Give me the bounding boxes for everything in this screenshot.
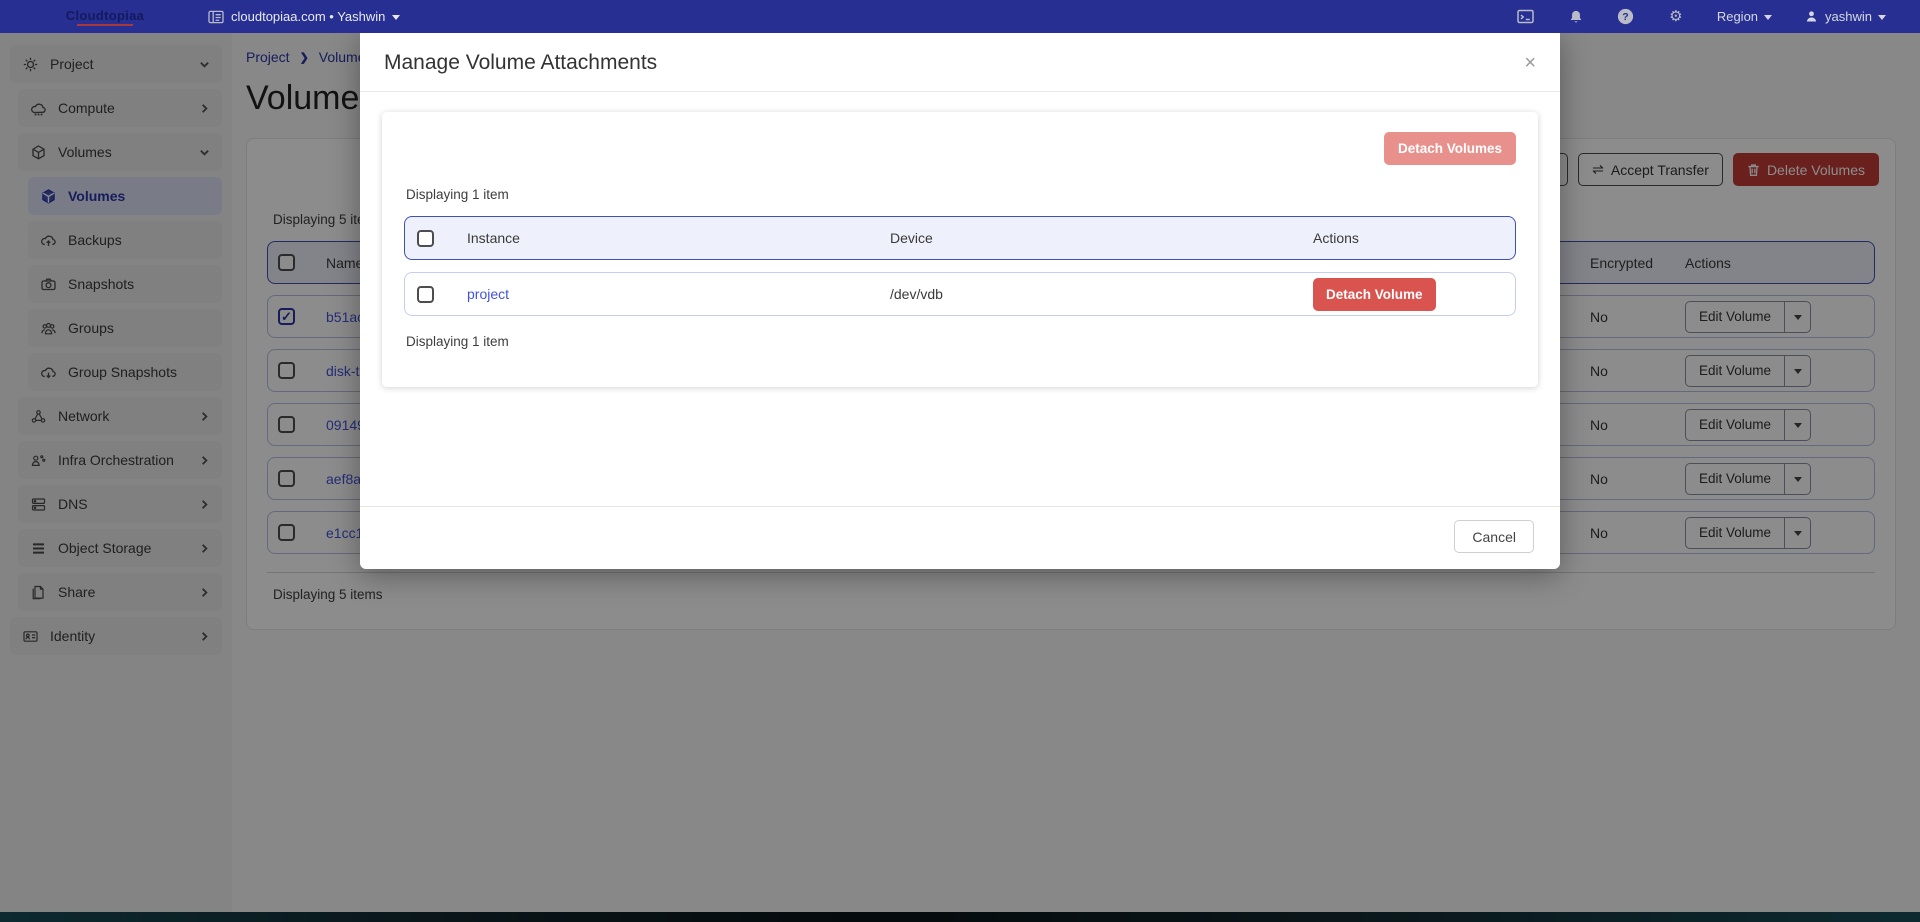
attachments-card: Detach Volumes Displaying 1 item Instanc… bbox=[382, 112, 1538, 387]
region-selector[interactable]: Region bbox=[1701, 9, 1788, 24]
detach-volume-button[interactable]: Detach Volume bbox=[1313, 278, 1436, 311]
modal-items-count-top: Displaying 1 item bbox=[406, 187, 1516, 202]
desktop-edge-strip bbox=[0, 912, 1920, 922]
brand-name: Cloudtopiaa bbox=[66, 8, 144, 23]
modal-column-instance: Instance bbox=[467, 230, 890, 246]
modal-column-actions: Actions bbox=[1313, 230, 1503, 246]
help-icon[interactable]: ? bbox=[1601, 8, 1651, 25]
modal-body: Detach Volumes Displaying 1 item Instanc… bbox=[360, 92, 1560, 506]
modal-table-row: project /dev/vdb Detach Volume bbox=[404, 272, 1516, 316]
brand-tagline bbox=[77, 24, 133, 26]
close-icon[interactable]: × bbox=[1524, 53, 1536, 73]
modal-select-all-checkbox[interactable] bbox=[417, 230, 434, 247]
modal-column-device: Device bbox=[890, 230, 1313, 246]
device-path: /dev/vdb bbox=[890, 286, 1313, 302]
console-icon[interactable] bbox=[1501, 9, 1551, 24]
topbar: Cloudtopiaa cloudtopiaa.com • Yashwin ? … bbox=[0, 0, 1920, 33]
modal-title: Manage Volume Attachments bbox=[384, 51, 657, 75]
chevron-down-icon bbox=[1878, 15, 1886, 20]
brand-logo[interactable]: Cloudtopiaa bbox=[30, 8, 180, 26]
cancel-button[interactable]: Cancel bbox=[1454, 520, 1534, 553]
modal-row-checkbox[interactable] bbox=[417, 286, 434, 303]
manage-volume-attachments-modal: Manage Volume Attachments × Detach Volum… bbox=[360, 33, 1560, 569]
detach-volumes-button[interactable]: Detach Volumes bbox=[1384, 132, 1516, 165]
chevron-down-icon bbox=[392, 15, 400, 20]
instance-link[interactable]: project bbox=[467, 286, 890, 302]
domain-project-switcher[interactable]: cloudtopiaa.com • Yashwin bbox=[208, 9, 400, 24]
modal-table-header-row: Instance Device Actions bbox=[404, 216, 1516, 260]
modal-header: Manage Volume Attachments × bbox=[360, 33, 1560, 92]
user-menu[interactable]: yashwin bbox=[1788, 9, 1902, 24]
chevron-down-icon bbox=[1764, 15, 1772, 20]
window-list-icon bbox=[208, 10, 224, 24]
modal-items-count-bottom: Displaying 1 item bbox=[406, 334, 1516, 349]
settings-gear-icon[interactable]: ⚙ bbox=[1651, 9, 1701, 24]
user-icon bbox=[1804, 9, 1819, 24]
notifications-bell-icon[interactable] bbox=[1551, 9, 1601, 25]
modal-footer: Cancel bbox=[360, 506, 1560, 569]
context-label: cloudtopiaa.com • Yashwin bbox=[231, 9, 385, 24]
svg-text:?: ? bbox=[1623, 11, 1629, 23]
